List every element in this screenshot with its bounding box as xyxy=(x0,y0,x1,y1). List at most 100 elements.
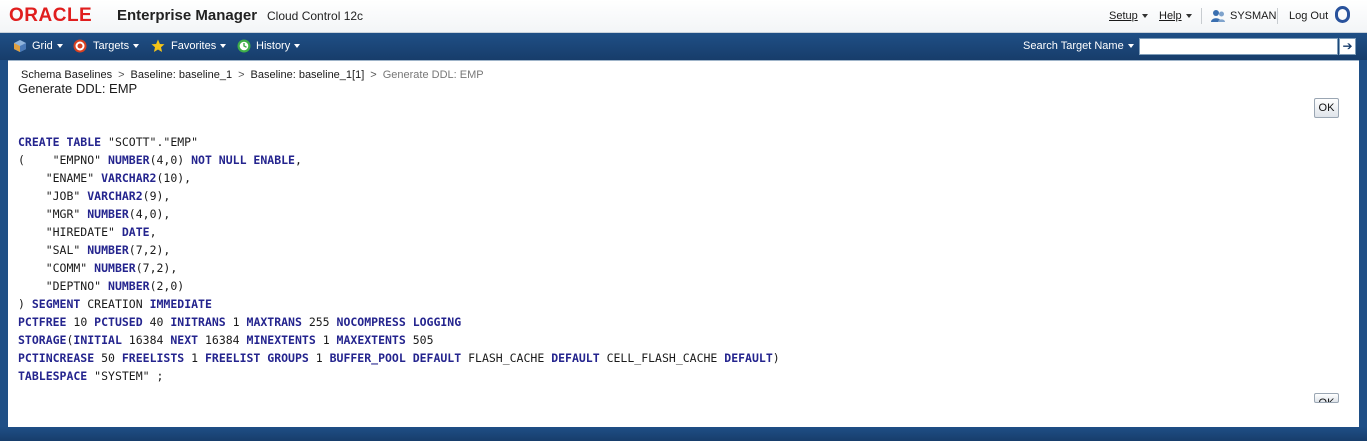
ddl-line: "ENAME" VARCHAR2(10), xyxy=(18,169,780,187)
oracle-logo: ORACLE xyxy=(9,5,93,26)
ddl-text-segment: FLASH_CACHE xyxy=(461,351,552,365)
oracle-ring-icon xyxy=(1335,6,1350,23)
ddl-keyword: IMMEDIATE xyxy=(149,297,212,311)
ddl-keyword: NUMBER xyxy=(108,153,150,167)
ddl-line: PCTFREE 10 PCTUSED 40 INITRANS 1 MAXTRAN… xyxy=(18,313,780,331)
ddl-text-segment: 16384 xyxy=(121,333,171,347)
nav-targets-label: Targets xyxy=(93,40,130,52)
ddl-text-segment: "COMM" xyxy=(18,261,95,275)
breadcrumb: Schema Baselines > Baseline: baseline_1 > Ba… xyxy=(21,68,484,82)
user-name: SYSMAN xyxy=(1230,10,1277,22)
ddl-text-segment: (4,0), xyxy=(128,207,171,221)
help-menu[interactable]: Help xyxy=(1159,9,1192,23)
product-version: Cloud Control 12c xyxy=(267,9,364,23)
header-divider xyxy=(1277,8,1278,24)
logout-label: Log Out xyxy=(1289,10,1329,22)
setup-menu[interactable]: Setup xyxy=(1109,9,1148,23)
ok-button[interactable]: OK xyxy=(1314,98,1339,118)
ddl-keyword: BUFFER_POOL DEFAULT xyxy=(329,351,462,365)
ddl-line: PCTINCREASE 50 FREELISTS 1 FREELIST GROU… xyxy=(18,349,780,367)
ddl-keyword: MAXEXTENTS xyxy=(336,333,406,347)
chevron-down-icon xyxy=(133,44,140,49)
ddl-keyword: NUMBER xyxy=(87,243,129,257)
ddl-keyword: FREELISTS xyxy=(121,351,185,365)
ddl-text-segment: "SAL" xyxy=(18,243,88,257)
chevron-down-icon xyxy=(56,44,63,49)
ddl-line: ) SEGMENT CREATION IMMEDIATE xyxy=(18,295,780,313)
ddl-text-segment: (2,0) xyxy=(149,279,185,293)
cube-icon xyxy=(14,40,26,52)
ddl-text: CREATE TABLE "SCOTT"."EMP"( "EMPNO" NUMB… xyxy=(18,133,780,385)
nav-favorites-label: Favorites xyxy=(171,40,217,52)
nav-history-label: History xyxy=(256,40,291,52)
ddl-text-segment: 40 xyxy=(142,315,171,329)
ddl-text-segment: ) xyxy=(18,297,32,311)
nav-grid-menu[interactable]: Grid xyxy=(32,39,63,53)
ddl-keyword: VARCHAR2 xyxy=(101,171,157,185)
ddl-line: CREATE TABLE "SCOTT"."EMP" xyxy=(18,133,780,151)
ok-button-bottom[interactable]: OK xyxy=(1314,393,1339,403)
ddl-keyword: INITRANS xyxy=(170,315,226,329)
ddl-line: "COMM" NUMBER(7,2), xyxy=(18,259,780,277)
ddl-line: ( "EMPNO" NUMBER(4,0) NOT NULL ENABLE, xyxy=(18,151,780,169)
logout-link[interactable]: Log Out xyxy=(1289,9,1328,23)
ddl-line: STORAGE(INITIAL 16384 NEXT 16384 MINEXTE… xyxy=(18,331,780,349)
ddl-keyword: DEFAULT xyxy=(551,351,600,365)
nav-grid-label: Grid xyxy=(32,40,53,52)
ddl-text-segment: "DEPTNO" xyxy=(18,279,109,293)
breadcrumb-separator: > xyxy=(238,69,245,81)
ddl-line: "JOB" VARCHAR2(9), xyxy=(18,187,780,205)
ddl-keyword: MINEXTENTS xyxy=(246,333,316,347)
search-target-input[interactable] xyxy=(1139,38,1338,55)
ddl-keyword: STORAGE xyxy=(18,333,67,347)
nav-favorites-menu[interactable]: Favorites xyxy=(171,39,227,53)
setup-menu-label: Setup xyxy=(1109,10,1138,22)
ddl-line: "MGR" NUMBER(4,0), xyxy=(18,205,780,223)
search-type-label: Search Target Name xyxy=(1023,40,1124,52)
ddl-text-segment: "ENAME" xyxy=(18,171,102,185)
ddl-text-segment: "HIREDATE" xyxy=(18,225,122,239)
ddl-keyword: PCTFREE xyxy=(18,315,67,329)
frame-border-right xyxy=(1359,60,1367,441)
ddl-keyword: DATE xyxy=(121,225,150,239)
header-divider xyxy=(1201,8,1202,24)
ddl-text-segment: "SCOTT"."EMP" xyxy=(108,135,199,149)
chevron-down-icon xyxy=(1141,14,1148,19)
search-type-selector[interactable]: Search Target Name xyxy=(1023,39,1134,53)
ddl-text-segment: 1 xyxy=(225,315,247,329)
ddl-text-segment: 1 xyxy=(308,351,330,365)
global-header: ORACLE Enterprise Manager Cloud Control … xyxy=(0,0,1367,33)
page-title: Generate DDL: EMP xyxy=(18,81,138,96)
ddl-keyword: INITIAL xyxy=(73,333,122,347)
ddl-text-segment: "MGR" xyxy=(18,207,88,221)
ddl-keyword: NUMBER xyxy=(108,279,150,293)
ddl-text-segment: 505 xyxy=(405,333,434,347)
ddl-keyword: CREATE TABLE xyxy=(18,135,109,149)
ddl-keyword: PCTUSED xyxy=(94,315,143,329)
breadcrumb-baseline-version[interactable]: Baseline: baseline_1[1] xyxy=(251,69,365,81)
search-go-button[interactable]: ➔ xyxy=(1339,38,1356,55)
breadcrumb-baseline[interactable]: Baseline: baseline_1 xyxy=(131,69,233,81)
ddl-keyword: NOCOMPRESS LOGGING xyxy=(336,315,462,329)
ddl-text-segment: 1 xyxy=(184,351,205,365)
user-menu[interactable]: SYSMAN xyxy=(1230,9,1276,23)
nav-targets-menu[interactable]: Targets xyxy=(93,39,140,53)
nav-history-menu[interactable]: History xyxy=(256,39,301,53)
ddl-text-segment: , xyxy=(294,153,302,167)
ddl-keyword: NEXT xyxy=(170,333,199,347)
ddl-text-segment: 255 xyxy=(301,315,337,329)
chevron-down-icon xyxy=(294,44,301,49)
ddl-line: "HIREDATE" DATE, xyxy=(18,223,780,241)
ddl-text-segment: 16384 xyxy=(198,333,247,347)
help-menu-label: Help xyxy=(1159,10,1182,22)
breadcrumb-schema-baselines[interactable]: Schema Baselines xyxy=(21,69,112,81)
ddl-text-segment: (4,0) xyxy=(149,153,192,167)
ddl-keyword: DEFAULT xyxy=(724,351,773,365)
main-content: Schema Baselines > Baseline: baseline_1 > Ba… xyxy=(8,60,1359,427)
product-name: Enterprise Manager xyxy=(117,7,258,24)
ddl-text-segment: 1 xyxy=(315,333,337,347)
breadcrumb-current: Generate DDL: EMP xyxy=(382,69,484,81)
user-icon xyxy=(1211,10,1225,22)
clock-icon xyxy=(237,39,251,53)
ddl-keyword: VARCHAR2 xyxy=(87,189,143,203)
